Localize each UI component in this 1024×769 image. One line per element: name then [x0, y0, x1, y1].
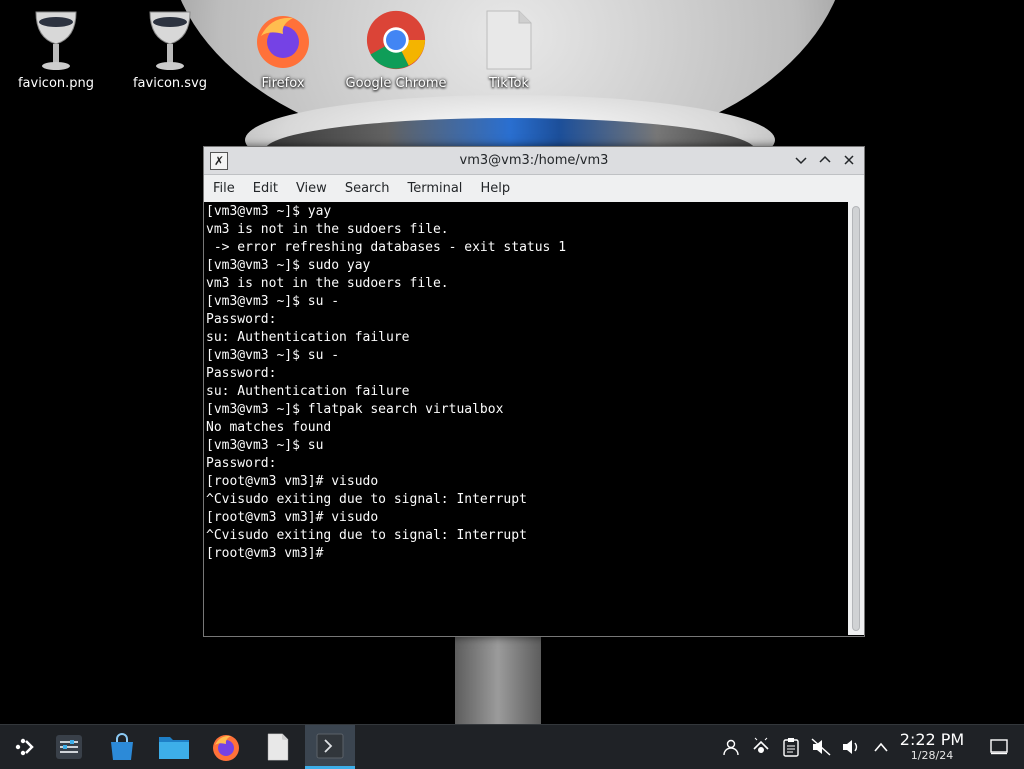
chevron-down-icon: [795, 157, 807, 165]
terminal-line: vm3 is not in the sudoers file.: [206, 222, 449, 237]
terminal-line: [root@vm3 vm3]# visudo: [206, 474, 379, 489]
terminal-line: [vm3@vm3 ~]$ yay: [206, 204, 332, 219]
desktop-icon-google-chrome[interactable]: Google Chrome: [344, 8, 448, 91]
maximize-button[interactable]: [816, 151, 834, 169]
x-terminal-icon: ✗: [210, 151, 228, 170]
terminal-icon: [316, 733, 344, 758]
taskbar-dolphin[interactable]: [149, 725, 199, 769]
terminal-window: ✗ vm3@vm3:/home/vm3 File Edit View Searc…: [203, 146, 865, 637]
settings-sliders-icon: [56, 735, 82, 759]
terminal-line: Password:: [206, 366, 277, 381]
taskbar-file[interactable]: [253, 725, 303, 769]
terminal-line: Password:: [206, 456, 277, 471]
wine-glass-icon: [26, 8, 86, 72]
firefox-icon: [213, 735, 239, 761]
taskbar-firefox[interactable]: [201, 725, 251, 769]
desktop-icon-label: favicon.svg: [132, 76, 208, 91]
digital-clock[interactable]: 2:22 PM 1/28/24: [890, 731, 974, 763]
wine-glass-icon: [140, 8, 200, 72]
taskbar-discover[interactable]: [97, 725, 147, 769]
taskbar-terminal[interactable]: [305, 725, 355, 769]
chevron-up-icon: [819, 155, 831, 163]
window-titlebar[interactable]: ✗ vm3@vm3:/home/vm3: [204, 147, 864, 175]
volume-icon[interactable]: [840, 736, 862, 758]
menu-search[interactable]: Search: [336, 175, 399, 202]
terminal-line: [vm3@vm3 ~]$ su -: [206, 348, 340, 363]
kde-connect-icon[interactable]: [750, 736, 772, 758]
terminal-line: su: Authentication failure: [206, 330, 410, 345]
folder-icon: [159, 737, 189, 759]
show-desktop-icon: [990, 739, 1008, 755]
desktop-icon-label: favicon.png: [17, 76, 95, 91]
menubar: File Edit View Search Terminal Help: [204, 175, 864, 202]
menu-edit[interactable]: Edit: [244, 175, 287, 202]
wallpaper-glass-stem: [455, 634, 541, 726]
terminal-line: [vm3@vm3 ~]$ sudo yay: [206, 258, 371, 273]
menu-help[interactable]: Help: [471, 175, 519, 202]
close-icon: [844, 155, 854, 165]
desktop-icon-label: Google Chrome: [345, 76, 447, 91]
clock-time: 2:22 PM: [899, 730, 965, 749]
terminal-line: No matches found: [206, 420, 332, 435]
file-icon: [479, 8, 539, 72]
desktop-icon-favicon-png[interactable]: favicon.png: [4, 8, 108, 91]
terminal-line: -> error refreshing databases - exit sta…: [206, 240, 567, 255]
terminal-line: [root@vm3 vm3]#: [206, 546, 324, 561]
terminal-output[interactable]: [vm3@vm3 ~]$ yay vm3 is not in the sudoer…: [204, 202, 848, 635]
terminal-line: [vm3@vm3 ~]$ su -: [206, 294, 340, 309]
window-title: vm3@vm3:/home/vm3: [459, 153, 609, 168]
clock-date: 1/28/24: [910, 749, 954, 762]
terminal-line: ^Cvisudo exiting due to signal: Interrup…: [206, 528, 527, 543]
taskbar-system-settings[interactable]: [44, 725, 94, 769]
shopping-bag-icon: [111, 733, 133, 760]
taskbar: 2:22 PM 1/28/24: [0, 724, 1024, 769]
desktop-icon-firefox[interactable]: Firefox: [231, 8, 335, 91]
user-icon[interactable]: [720, 736, 742, 758]
menu-terminal[interactable]: Terminal: [398, 175, 471, 202]
terminal-line: su: Authentication failure: [206, 384, 410, 399]
launcher-icon: [15, 738, 34, 756]
terminal-line: [root@vm3 vm3]# visudo: [206, 510, 379, 525]
desktop-icon-favicon-svg[interactable]: favicon.svg: [118, 8, 222, 91]
application-launcher-button[interactable]: [0, 725, 50, 769]
terminal-line: vm3 is not in the sudoers file.: [206, 276, 449, 291]
menu-view[interactable]: View: [287, 175, 336, 202]
firefox-icon: [253, 8, 313, 72]
system-tray: [720, 725, 900, 769]
minimize-button[interactable]: [792, 151, 810, 169]
terminal-scrollbar[interactable]: [848, 202, 864, 635]
file-icon: [267, 733, 289, 761]
chrome-icon: [366, 8, 426, 72]
terminal-line: ^Cvisudo exiting due to signal: Interrup…: [206, 492, 527, 507]
scrollbar-handle[interactable]: [852, 206, 860, 631]
terminal-line: Password:: [206, 312, 277, 327]
close-button[interactable]: [840, 151, 858, 169]
tray-expand-chevron-up-icon[interactable]: [870, 736, 892, 758]
desktop-icon-label: TikTok: [489, 76, 529, 91]
audio-muted-icon[interactable]: [810, 736, 832, 758]
clipboard-icon[interactable]: [780, 736, 802, 758]
terminal-line: [vm3@vm3 ~]$ su: [206, 438, 324, 453]
show-desktop-button[interactable]: [974, 725, 1024, 769]
terminal-line: [vm3@vm3 ~]$ flatpak search virtualbox: [206, 402, 504, 417]
desktop-icon-label: Firefox: [261, 76, 305, 91]
desktop-icon-tiktok[interactable]: TikTok: [457, 8, 561, 91]
menu-file[interactable]: File: [204, 175, 244, 202]
